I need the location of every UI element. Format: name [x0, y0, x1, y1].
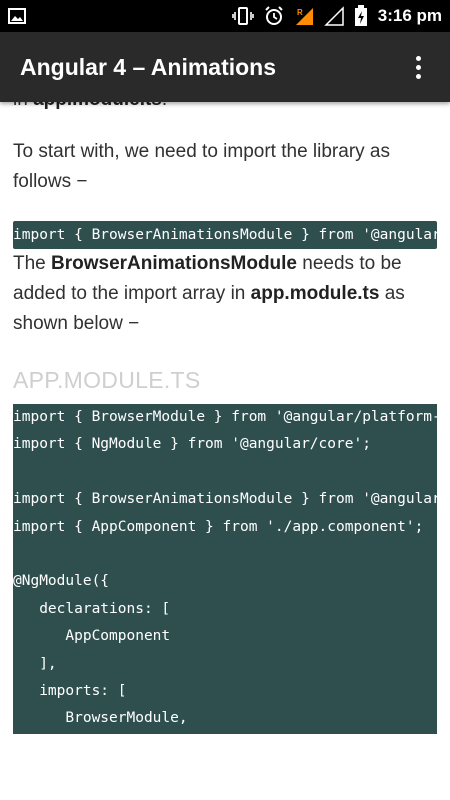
- code-line: import { AppComponent } from './app.comp…: [13, 518, 424, 535]
- alarm-icon: [264, 6, 284, 26]
- intro-paragraph: To start with, we need to import the lib…: [13, 141, 390, 192]
- signal-empty-icon: [323, 6, 344, 26]
- code-line: ],: [13, 655, 57, 672]
- code-line: @NgModule({: [13, 573, 110, 590]
- status-time: 3:16 pm: [377, 6, 442, 25]
- code-line: AppComponent: [13, 628, 171, 645]
- add-module-paragraph: The BrowserAnimationsModule needs to be …: [13, 253, 405, 334]
- code-line: import { BrowserAnimationsModule } from …: [13, 491, 437, 508]
- vibrate-icon: [231, 7, 254, 25]
- code-line: BrowserModule,: [13, 710, 188, 727]
- status-bar: R 3:16 pm: [0, 0, 450, 32]
- code-line: imports: [: [13, 682, 127, 699]
- more-vert-icon[interactable]: [406, 47, 430, 87]
- inline-code-block: import { BrowserAnimationsModule } from …: [13, 221, 437, 249]
- section-heading: APP.MODULE.TS: [13, 367, 201, 393]
- signal-roaming-icon: R: [294, 6, 314, 26]
- code-line: declarations: [: [13, 600, 171, 617]
- app-bar: Angular 4 – Animations: [0, 32, 450, 102]
- page-title: Angular 4 – Animations: [20, 53, 277, 80]
- code-line: import { BrowserModule } from '@angular/…: [13, 409, 437, 425]
- battery-charging-icon: [354, 5, 368, 27]
- partial-paragraph: in app.module.ts.: [0, 102, 450, 115]
- code-block: import { BrowserModule } from '@angular/…: [13, 404, 437, 734]
- svg-text:R: R: [297, 8, 303, 17]
- image-icon: [8, 8, 26, 24]
- article-content[interactable]: in app.module.ts. To start with, we need…: [0, 102, 450, 800]
- code-line: import { NgModule } from '@angular/core'…: [13, 436, 371, 453]
